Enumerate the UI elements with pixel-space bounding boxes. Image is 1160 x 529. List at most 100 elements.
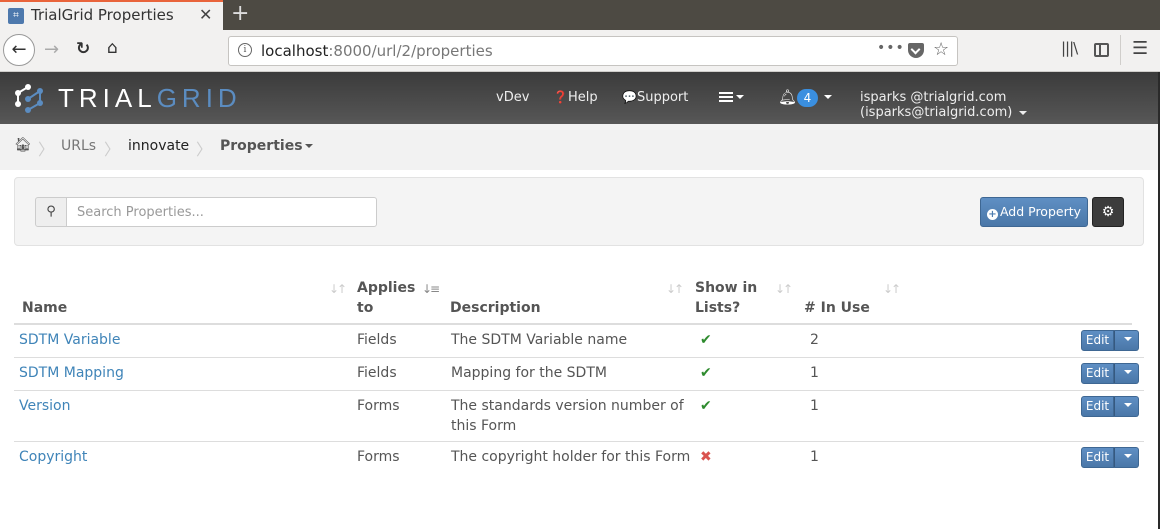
browser-tab[interactable]: ⌗ TrialGrid Properties ✕: [0, 0, 223, 30]
home-button[interactable]: ⌂: [107, 38, 118, 58]
notifications-caret-icon[interactable]: [824, 95, 832, 99]
url-path: :8000/url/2/properties: [328, 42, 493, 60]
column-header-in-use[interactable]: # In Use: [804, 298, 870, 318]
edit-button[interactable]: Edit: [1081, 396, 1114, 417]
column-header-line1: Applies: [357, 280, 416, 296]
edit-dropdown-toggle[interactable]: [1114, 447, 1139, 468]
bookmark-star-icon[interactable]: ☆: [933, 39, 949, 60]
reload-button[interactable]: ↻: [76, 39, 90, 59]
column-header-name[interactable]: Name: [22, 298, 67, 318]
edit-button[interactable]: Edit: [1081, 447, 1114, 468]
library-icon[interactable]: |||\: [1061, 39, 1078, 57]
info-icon[interactable]: i: [238, 43, 252, 57]
gear-icon: ⚙: [1101, 204, 1115, 220]
edit-dropdown-toggle[interactable]: [1114, 396, 1139, 417]
hamburger-menu-icon[interactable]: ☰: [1132, 38, 1148, 59]
question-circle-icon: ❓: [553, 90, 568, 104]
add-property-label: Add Property: [999, 204, 1082, 219]
address-bar[interactable]: i localhost:8000/url/2/properties ••• ☆: [228, 36, 958, 66]
app-header: TRIALGRID vDev ❓Help 💬Support 🔔︎ 4 ispar…: [0, 72, 1158, 124]
page-actions-icon[interactable]: •••: [877, 40, 905, 56]
applies-to-cell: Fields: [357, 365, 397, 381]
description-cell: The standards version number of this Form: [451, 396, 684, 436]
description-line1: The standards version number of: [451, 398, 684, 414]
chevron-down-icon: [1123, 403, 1132, 407]
help-label: Help: [567, 90, 598, 105]
check-icon: ✔: [700, 365, 712, 381]
add-property-button[interactable]: + Add Property: [980, 197, 1088, 227]
column-header-description[interactable]: Description: [450, 298, 541, 318]
search-input[interactable]: [66, 197, 377, 227]
description-cell: Mapping for the SDTM: [451, 365, 607, 381]
description-cell: The SDTM Variable name: [451, 332, 628, 348]
applies-to-cell: Fields: [357, 332, 397, 348]
table-header-divider: [14, 323, 1132, 325]
browser-tab-bar: ⌗ TrialGrid Properties ✕ +: [0, 0, 1160, 30]
bell-icon[interactable]: 🔔︎: [778, 88, 797, 106]
applies-to-cell: Forms: [357, 449, 400, 465]
edit-button[interactable]: Edit: [1081, 363, 1114, 384]
edit-button-group: Edit: [1081, 447, 1139, 468]
plus-circle-icon: +: [986, 209, 998, 220]
column-header-show-in-lists[interactable]: Show in Lists?: [695, 278, 757, 318]
property-name-link[interactable]: SDTM Mapping: [19, 363, 124, 383]
logo-text-trial: TRIAL: [58, 83, 157, 113]
column-header-line2: Lists?: [695, 300, 741, 316]
row-divider: [14, 441, 1144, 442]
breadcrumb-properties-label: Properties: [220, 138, 303, 154]
edit-button-group: Edit: [1081, 396, 1139, 417]
breadcrumb-innovate[interactable]: innovate: [128, 138, 189, 154]
sort-icon[interactable]: ↓↑: [775, 282, 793, 296]
property-name-link[interactable]: Copyright: [19, 447, 87, 467]
sort-ascending-icon[interactable]: ↓≡: [422, 282, 440, 296]
breadcrumb-urls[interactable]: URLs: [61, 138, 96, 154]
cross-icon: ✖: [700, 449, 712, 465]
support-link[interactable]: 💬Support: [622, 90, 688, 105]
sort-icon[interactable]: ↓↑: [329, 282, 347, 296]
home-icon[interactable]: 🏠︎: [14, 137, 32, 153]
user-menu[interactable]: isparks @trialgrid.com (isparks@trialgri…: [860, 90, 1158, 120]
tasks-caret-icon[interactable]: [736, 95, 744, 99]
sort-icon[interactable]: ↓↑: [883, 282, 901, 296]
toolbar-divider: [1120, 35, 1121, 65]
pocket-icon[interactable]: [908, 43, 924, 58]
tasks-menu-icon[interactable]: [719, 92, 733, 103]
edit-button[interactable]: Edit: [1081, 330, 1114, 351]
property-name-link[interactable]: Version: [19, 396, 70, 416]
favicon-icon: ⌗: [8, 8, 24, 24]
version-link[interactable]: vDev: [496, 90, 529, 105]
sidebar-icon[interactable]: [1094, 43, 1109, 57]
breadcrumb-properties-dropdown[interactable]: Properties: [220, 138, 313, 154]
column-header-applies-to[interactable]: Applies to: [357, 278, 415, 318]
back-button[interactable]: ←: [3, 34, 35, 66]
chevron-down-icon: [304, 144, 313, 148]
edit-dropdown-toggle[interactable]: [1114, 363, 1139, 384]
row-divider: [14, 357, 1144, 358]
user-caret-icon: [1018, 110, 1027, 115]
settings-button[interactable]: ⚙: [1092, 197, 1124, 227]
toolbar-panel: ⚲ +Add Property ⚙: [14, 177, 1144, 246]
notification-badge[interactable]: 4: [797, 89, 818, 107]
support-label: Support: [636, 90, 689, 105]
url-text[interactable]: localhost:8000/url/2/properties: [261, 42, 493, 60]
breadcrumb-separator: 〉: [104, 140, 121, 159]
new-tab-button[interactable]: +: [231, 1, 249, 27]
in-use-count: 1: [810, 398, 819, 414]
sort-icon[interactable]: ↓↑: [666, 282, 684, 296]
help-link[interactable]: ❓Help: [553, 90, 598, 105]
check-icon: ✔: [700, 398, 712, 414]
edit-dropdown-toggle[interactable]: [1114, 330, 1139, 351]
in-use-count: 1: [810, 365, 819, 381]
close-tab-icon[interactable]: ✕: [199, 5, 212, 24]
forward-button[interactable]: →: [44, 39, 59, 60]
in-use-count: 2: [810, 332, 819, 348]
chevron-down-icon: [1123, 370, 1132, 374]
property-name-link[interactable]: SDTM Variable: [19, 330, 120, 350]
search-icon: ⚲: [35, 197, 67, 227]
trialgrid-logo-icon[interactable]: [14, 83, 46, 113]
applies-to-cell: Forms: [357, 398, 400, 414]
logo-wordmark[interactable]: TRIALGRID: [58, 83, 242, 114]
in-use-count: 1: [810, 449, 819, 465]
logo-text-grid: GRID: [156, 83, 242, 113]
breadcrumb-separator: 〉: [38, 140, 55, 159]
